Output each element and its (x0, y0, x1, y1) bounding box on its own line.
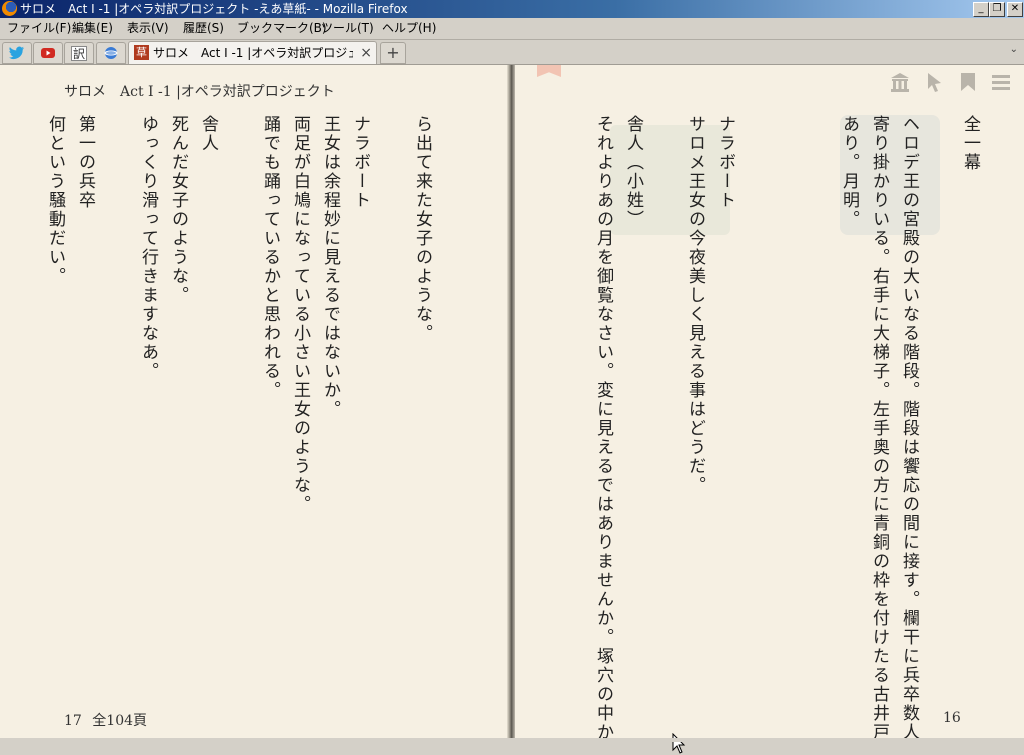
minimize-button[interactable]: _ (973, 2, 989, 17)
left-line-8: 死んだ女子のような。 (168, 115, 188, 305)
new-tab-button[interactable]: + (380, 42, 406, 64)
bookmark-icon[interactable] (957, 71, 979, 93)
restore-button[interactable]: ❐ (989, 2, 1005, 17)
right-line-2: 寄り掛かりいる。右手に大梯子。左手奥の方に青銅の枠を付けたる古井戸 (869, 115, 889, 742)
page-number-left: 17 全104頁 (64, 710, 147, 730)
menu-edit[interactable]: 編集(E) (72, 18, 113, 39)
running-head: サロメ Act I -1 |オペラ対訳プロジェクト (64, 84, 335, 100)
menu-file[interactable]: ファイル(F) (7, 18, 71, 39)
close-window-button[interactable]: ✕ (1007, 2, 1023, 17)
app-tab-globe[interactable] (96, 42, 126, 64)
site-favicon: 草 (134, 45, 149, 60)
left-speaker-soldier: 第一の兵卒 (75, 115, 95, 210)
right-line-6: サロメ王女の今夜美しく見える事はどうだ。 (685, 115, 705, 495)
tab-close-button[interactable]: × (360, 44, 372, 62)
left-line-1: ら出て来た女子のような。 (412, 115, 432, 343)
twitter-icon (9, 46, 24, 60)
tab-label: サロメ Act I -1 |オペラ対訳プロジェクト -… (153, 46, 353, 60)
app-tab-twitter[interactable] (2, 42, 32, 64)
window-title: サロメ Act I -1 |オペラ対訳プロジェクト -えあ草紙- - Mozil… (20, 2, 408, 16)
right-speaker-naraboth: ナラボート (715, 115, 735, 210)
menu-history[interactable]: 履歴(S) (183, 18, 224, 39)
left-page-number: 17 (64, 713, 82, 729)
tab-active[interactable]: 草 サロメ Act I -1 |オペラ対訳プロジェクト -… × (128, 41, 377, 64)
window-title-bar: サロメ Act I -1 |オペラ対訳プロジェクト -えあ草紙- - Mozil… (0, 0, 1024, 18)
menu-icon[interactable] (990, 71, 1012, 93)
app-tab-translate[interactable]: 訳 (64, 42, 94, 64)
right-speaker-page: 舎人（小姓） (623, 115, 643, 229)
menu-view[interactable]: 表示(V) (127, 18, 169, 39)
translate-icon: 訳 (71, 46, 87, 61)
left-line-5: 踊でも踊っているかと思われる。 (260, 115, 280, 400)
globe-icon (104, 47, 118, 59)
app-tab-youtube[interactable] (33, 42, 63, 64)
pointer-icon[interactable] (923, 71, 945, 93)
left-line-12: 何という騒動だい。 (45, 115, 65, 286)
right-line-3: あり。月明。 (839, 115, 859, 229)
tab-list-chevron-icon[interactable]: ⌄ (1010, 44, 1018, 55)
firefox-icon (2, 1, 17, 16)
library-icon[interactable] (889, 71, 911, 93)
right-line-9: それよりあの月を御覧なさい。変に見えるではありませんか。塚穴の中か (593, 115, 613, 742)
menu-tools[interactable]: ツール(T) (321, 18, 374, 39)
left-line-9: ゆっくり滑って行きますなあ。 (138, 115, 158, 381)
book-gutter (507, 65, 515, 738)
right-line-1: ヘロデ王の宮殿の大いなる階段。階段は饗応の間に接す。欄干に兵卒数人 (899, 115, 919, 742)
ebook-viewer: サロメ Act I -1 |オペラ対訳プロジェクト ら出て来た女子のような。 ナ… (0, 65, 1024, 754)
bookmark-ribbon[interactable] (537, 65, 561, 77)
right-heading: 全一幕 (960, 115, 980, 172)
status-strip (0, 738, 1024, 742)
left-speaker-naraboth: ナラボート (350, 115, 370, 210)
menu-bookmarks[interactable]: ブックマーク(B) (237, 18, 327, 39)
mouse-cursor-icon (672, 733, 686, 754)
total-pages: 全104頁 (92, 713, 148, 729)
youtube-icon (41, 48, 55, 58)
page-number-right: 16 (943, 710, 961, 726)
menu-bar: ファイル(F) 編集(E) 表示(V) 履歴(S) ブックマーク(B) ツール(… (0, 18, 1024, 40)
left-line-3: 王女は余程妙に見えるではないか。 (320, 115, 340, 419)
tab-bar: 訳 草 サロメ Act I -1 |オペラ対訳プロジェクト -… × + ⌄ (0, 40, 1024, 65)
left-line-4: 両足が白鳩になっている小さい王女のような。 (290, 115, 310, 514)
menu-help[interactable]: ヘルプ(H) (382, 18, 436, 39)
left-speaker-page: 舎人 (198, 115, 218, 153)
